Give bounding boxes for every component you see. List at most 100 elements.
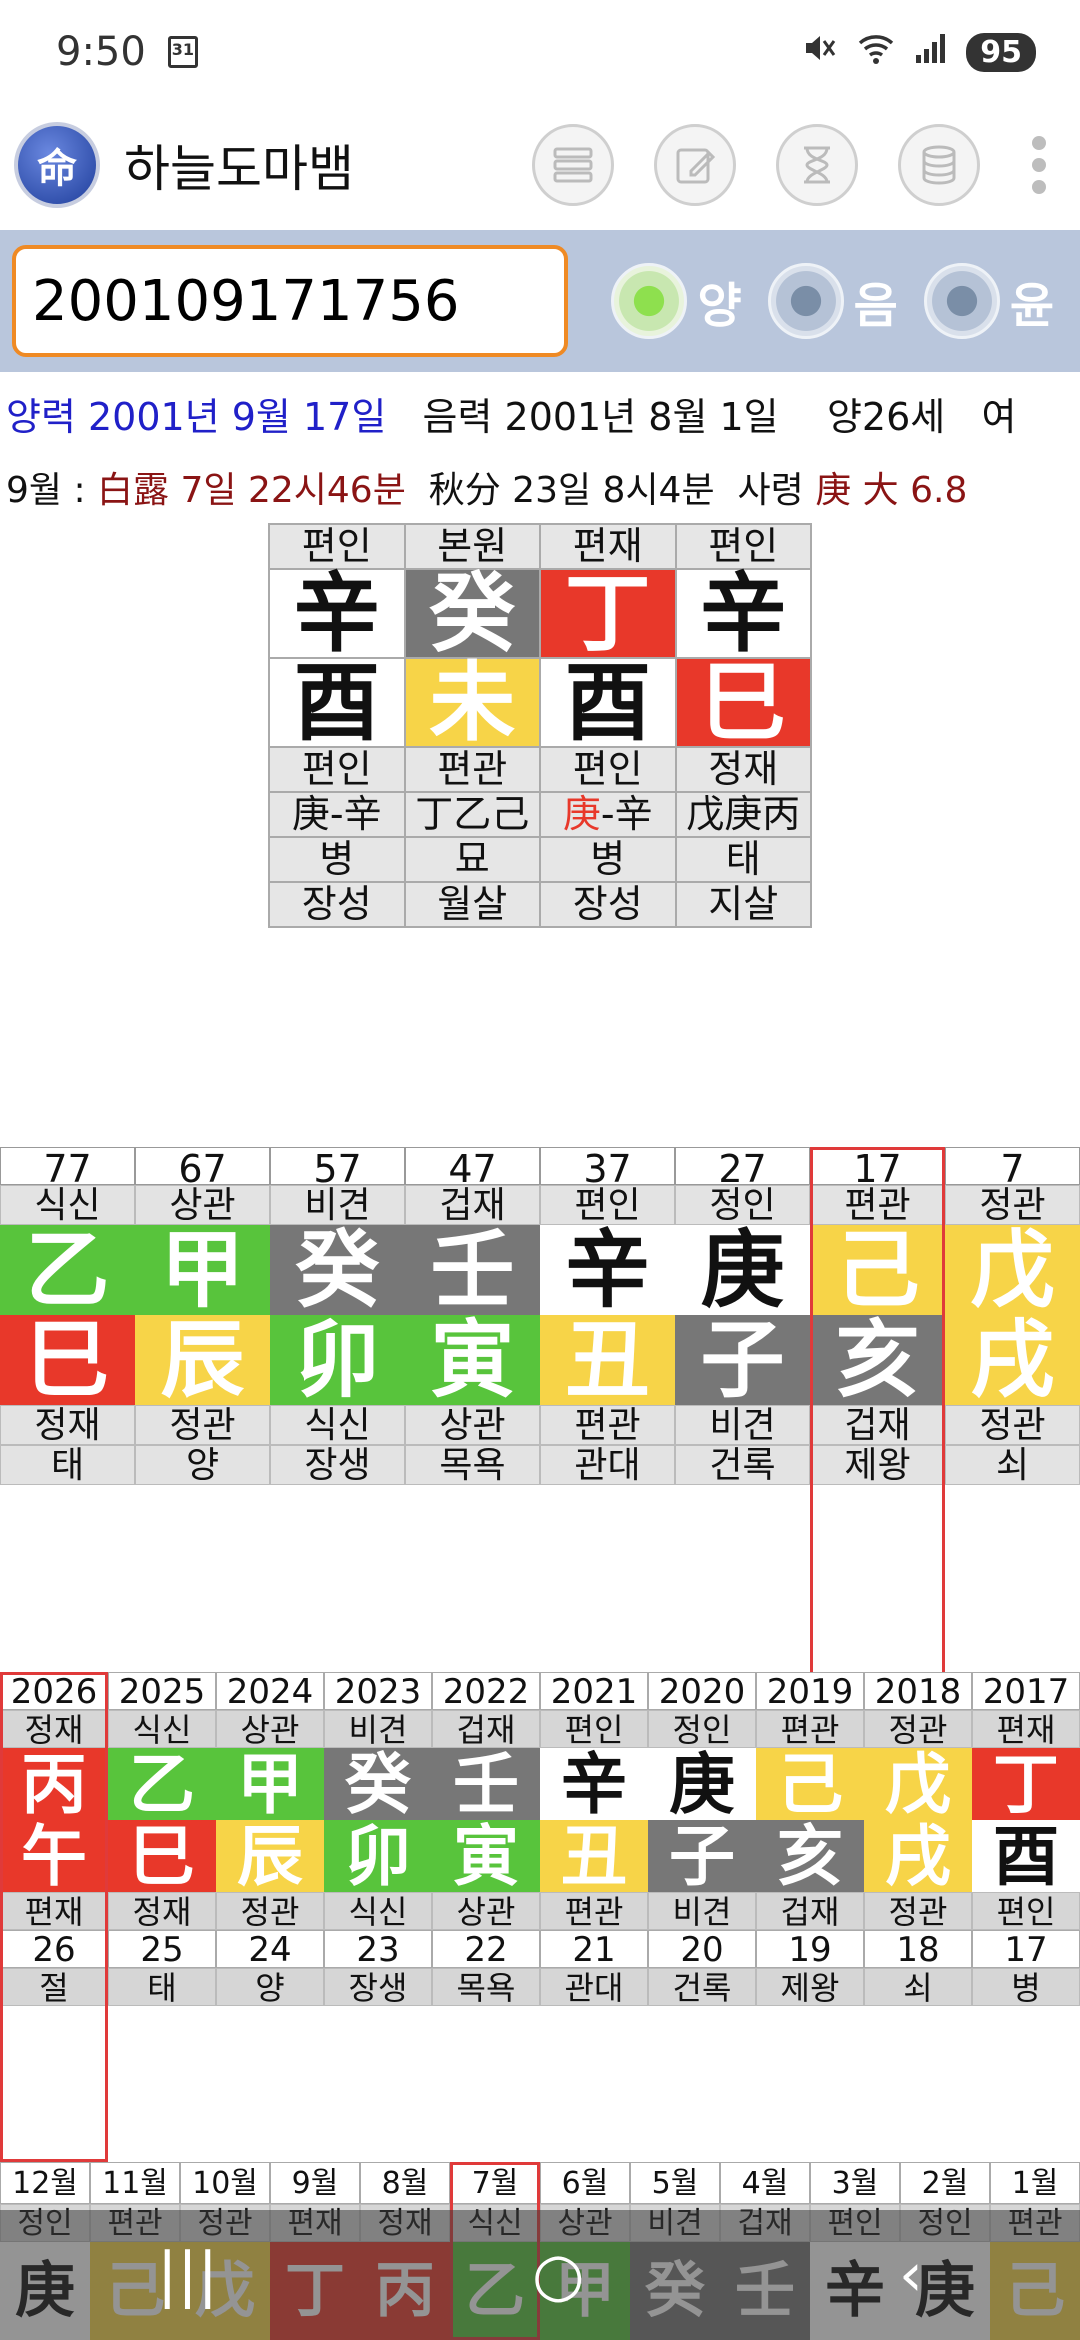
hourglass-icon[interactable] (776, 124, 858, 206)
recents-icon[interactable]: ||| (157, 2240, 218, 2310)
year-number[interactable]: 2026 (0, 1672, 108, 1711)
month-number[interactable]: 10월 (180, 2162, 270, 2204)
pillar-branch[interactable]: 酉 (541, 659, 675, 746)
year-branch[interactable]: 丑 (540, 1820, 648, 1892)
daeun-branch[interactable]: 丑 (540, 1315, 675, 1405)
pillar-stem[interactable]: 癸 (405, 570, 539, 657)
pillar-stem[interactable]: 辛 (270, 570, 404, 657)
daeun-stem[interactable]: 庚 (675, 1225, 810, 1315)
radio-leap-dot[interactable] (923, 263, 1000, 339)
radio-leap[interactable]: 윤 (923, 263, 1054, 339)
year-stem[interactable]: 甲 (216, 1748, 324, 1820)
year-stem[interactable]: 癸 (324, 1748, 432, 1820)
daeun-stem[interactable]: 己 (810, 1225, 945, 1315)
daeun-branch[interactable]: 卯 (270, 1315, 405, 1405)
year-stem[interactable]: 丁 (972, 1748, 1080, 1820)
radio-solar-dot[interactable] (611, 263, 688, 339)
status-time: 9:50 (56, 29, 146, 75)
month-number[interactable]: 2월 (900, 2162, 990, 2204)
radio-lunar[interactable]: 음 (767, 263, 898, 339)
year-branch[interactable]: 戌 (864, 1820, 972, 1892)
daeun-bottom-label: 식신 (270, 1405, 405, 1446)
year-number[interactable]: 2023 (324, 1672, 432, 1711)
daeun-age[interactable]: 27 (675, 1147, 810, 1190)
month-number[interactable]: 11월 (90, 2162, 180, 2204)
year-stem[interactable]: 庚 (648, 1748, 756, 1820)
daeun-branch[interactable]: 亥 (810, 1315, 945, 1405)
year-branch[interactable]: 巳 (108, 1820, 216, 1892)
more-options-icon[interactable] (1032, 136, 1046, 194)
month-number[interactable]: 6월 (540, 2162, 630, 2204)
radio-solar[interactable]: 양 (611, 263, 742, 339)
year-branch[interactable]: 午 (0, 1820, 108, 1892)
daeun-age[interactable]: 57 (270, 1147, 405, 1190)
month-number[interactable]: 1월 (990, 2162, 1080, 2204)
year-stem[interactable]: 戊 (864, 1748, 972, 1820)
daeun-age[interactable]: 37 (540, 1147, 675, 1190)
year-stem[interactable]: 壬 (432, 1748, 540, 1820)
year-number[interactable]: 2019 (756, 1672, 864, 1711)
month-number[interactable]: 12월 (0, 2162, 90, 2204)
year-number[interactable]: 2025 (108, 1672, 216, 1711)
pillar-branch[interactable]: 酉 (270, 659, 404, 746)
year-bottom-label: 편인 (972, 1892, 1080, 1931)
year-branch[interactable]: 辰 (216, 1820, 324, 1892)
pillar-branch[interactable]: 巳 (676, 659, 810, 746)
year-number[interactable]: 2017 (972, 1672, 1080, 1711)
year-age: 24 (216, 1930, 324, 1969)
year-number[interactable]: 2021 (540, 1672, 648, 1711)
daeun-age[interactable]: 77 (0, 1147, 135, 1190)
calendar-icon: 31 (167, 36, 198, 68)
pillar-stem[interactable]: 辛 (676, 570, 810, 657)
pillar-hidden-stems: 庚-辛 (270, 793, 404, 836)
database-icon[interactable] (898, 124, 980, 206)
year-branch[interactable]: 子 (648, 1820, 756, 1892)
daeun-age[interactable]: 17 (810, 1147, 945, 1190)
year-branch[interactable]: 卯 (324, 1820, 432, 1892)
home-icon[interactable]: ○ (532, 2240, 584, 2310)
daeun-age[interactable]: 47 (405, 1147, 540, 1190)
year-stem[interactable]: 己 (756, 1748, 864, 1820)
month-number[interactable]: 5월 (630, 2162, 720, 2204)
daeun-stem[interactable]: 戊 (945, 1225, 1080, 1315)
radio-lunar-dot[interactable] (767, 263, 844, 339)
daeun-stem[interactable]: 甲 (135, 1225, 270, 1315)
daeun-stem[interactable]: 壬 (405, 1225, 540, 1315)
status-icons: 95 (802, 29, 1036, 75)
daeun-top-label: 상관 (135, 1185, 270, 1226)
app-bar: 命 하늘도마뱀 (0, 104, 1080, 226)
pillar-stem[interactable]: 丁 (541, 570, 675, 657)
year-branch[interactable]: 寅 (432, 1820, 540, 1892)
year-stem[interactable]: 乙 (108, 1748, 216, 1820)
daeun-branch[interactable]: 寅 (405, 1315, 540, 1405)
list-icon[interactable] (532, 124, 614, 206)
month-number[interactable]: 8월 (360, 2162, 450, 2204)
year-stem[interactable]: 辛 (540, 1748, 648, 1820)
year-number[interactable]: 2022 (432, 1672, 540, 1711)
daeun-stem[interactable]: 乙 (0, 1225, 135, 1315)
year-stage: 관대 (540, 1968, 648, 2007)
daeun-branch[interactable]: 子 (675, 1315, 810, 1405)
edit-icon[interactable] (654, 124, 736, 206)
month-number[interactable]: 4월 (720, 2162, 810, 2204)
back-icon[interactable]: ‹ (899, 2240, 923, 2310)
daeun-branch[interactable]: 巳 (0, 1315, 135, 1405)
year-number[interactable]: 2018 (864, 1672, 972, 1711)
hidden-stem: 丙 (762, 792, 801, 836)
pillar-branch[interactable]: 未 (405, 659, 539, 746)
month-number[interactable]: 3월 (810, 2162, 900, 2204)
year-stem[interactable]: 丙 (0, 1748, 108, 1820)
birth-datetime-input[interactable] (12, 245, 568, 357)
daeun-age[interactable]: 7 (945, 1147, 1080, 1190)
month-number[interactable]: 7월 (450, 2162, 540, 2204)
daeun-age[interactable]: 67 (135, 1147, 270, 1190)
year-branch[interactable]: 酉 (972, 1820, 1080, 1892)
year-branch[interactable]: 亥 (756, 1820, 864, 1892)
month-number[interactable]: 9월 (270, 2162, 360, 2204)
daeun-stem[interactable]: 辛 (540, 1225, 675, 1315)
daeun-branch[interactable]: 辰 (135, 1315, 270, 1405)
daeun-stem[interactable]: 癸 (270, 1225, 405, 1315)
year-number[interactable]: 2024 (216, 1672, 324, 1711)
year-number[interactable]: 2020 (648, 1672, 756, 1711)
daeun-branch[interactable]: 戌 (945, 1315, 1080, 1405)
